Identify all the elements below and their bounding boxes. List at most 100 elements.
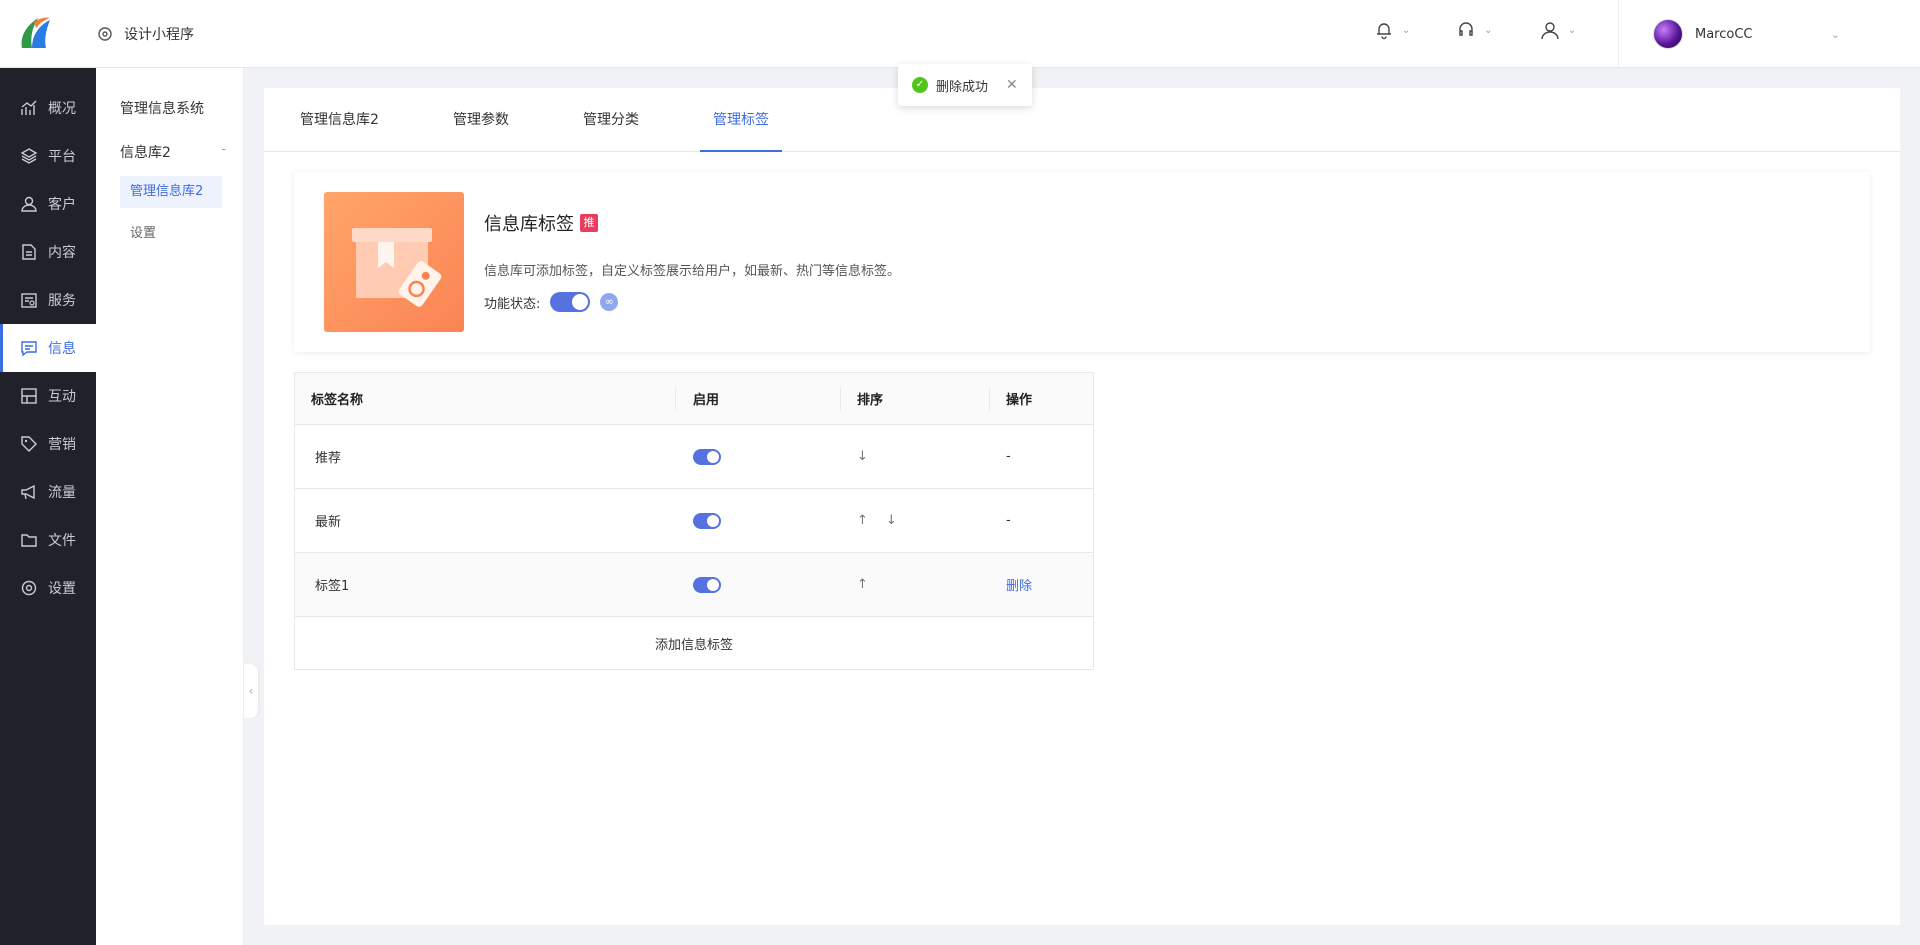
subnav-item-settings[interactable]: 设置: [120, 218, 222, 250]
success-toast: ✓ 删除成功 ✕: [898, 64, 1032, 106]
tag-icon: [21, 436, 37, 452]
tab-manage-tags[interactable]: 管理标签: [700, 88, 782, 152]
secondary-nav: 管理信息系统 信息库2 - 管理信息库2 设置: [96, 68, 244, 945]
feature-status-toggle[interactable]: [550, 292, 591, 312]
arrow-up-icon[interactable]: ↑: [857, 513, 868, 528]
chart-line-icon: [21, 100, 37, 115]
sidebar-item-service[interactable]: 服务: [0, 276, 96, 324]
tab-manage-params[interactable]: 管理参数: [453, 88, 509, 152]
arrow-up-icon[interactable]: ↑: [857, 577, 868, 592]
tag-enabled-toggle[interactable]: [693, 448, 721, 465]
column-header-sort: 排序: [857, 393, 884, 408]
layers-icon: [20, 148, 38, 164]
sidebar-item-label: 流量: [48, 485, 76, 501]
chevron-down-icon: ⌄: [1568, 24, 1577, 36]
tags-table: 标签名称 启用 排序 操作 推荐 ↓ - 最新 ↑ ↓ - 标签1 ↑ 删除 添…: [294, 372, 1094, 670]
sidebar-item-label: 设置: [48, 581, 76, 597]
sidebar-item-customer[interactable]: 客户: [0, 180, 96, 228]
feature-card: 信息库标签 推 信息库可添加标签，自定义标签展示给用户，如最新、热门等信息标签。…: [294, 172, 1870, 352]
collapse-indicator: -: [221, 142, 226, 156]
toast-message: 删除成功: [936, 79, 989, 95]
arrow-down-icon[interactable]: ↓: [857, 449, 868, 464]
sidebar-item-label: 互动: [48, 389, 76, 405]
subnav-item-manage-library[interactable]: 管理信息库2: [120, 176, 222, 208]
folder-icon: [21, 534, 37, 547]
feature-status-row: 功能状态: ∞: [484, 292, 619, 312]
user-name: MarcoCC: [1695, 26, 1753, 42]
chevron-down-icon: ⌄: [1830, 27, 1840, 41]
column-header-action: 操作: [1006, 393, 1033, 408]
tag-enabled-toggle[interactable]: [693, 576, 721, 593]
sidebar-item-content[interactable]: 内容: [0, 228, 96, 276]
sidebar-item-overview[interactable]: 概况: [0, 84, 96, 132]
sidebar-item-traffic[interactable]: 流量: [0, 468, 96, 516]
subnav-group[interactable]: 信息库2 -: [120, 142, 226, 162]
service-icon: [21, 293, 37, 308]
sidebar-item-marketing[interactable]: 营销: [0, 420, 96, 468]
sidebar-item-platform[interactable]: 平台: [0, 132, 96, 180]
tag-action: -: [1006, 449, 1011, 464]
support-button[interactable]: ⌄: [1456, 20, 1492, 40]
sidebar-item-label: 内容: [48, 245, 76, 261]
subnav-group-label: 信息库2: [120, 145, 171, 161]
sidebar-item-label: 平台: [48, 149, 76, 165]
table-row: 推荐 ↓ -: [295, 425, 1093, 489]
check-circle-icon: ✓: [912, 77, 928, 93]
main-sidebar: 概况 平台 客户 内容 服务 信息 互动 营销 流量 文件 设置: [0, 68, 96, 945]
tag-name: 推荐: [315, 451, 342, 466]
sidebar-item-settings[interactable]: 设置: [0, 564, 96, 612]
tag-action: -: [1006, 513, 1011, 528]
chevron-down-icon: ⌄: [1484, 24, 1493, 36]
tab-manage-library[interactable]: 管理信息库2: [300, 88, 379, 152]
feature-title-row: 信息库标签 推: [484, 210, 598, 236]
sidebar-item-interaction[interactable]: 互动: [0, 372, 96, 420]
tab-bar: 管理信息库2 管理参数 管理分类 管理标签: [264, 88, 1900, 152]
notification-button[interactable]: ⌄: [1374, 20, 1410, 40]
main-content: 管理信息库2 管理参数 管理分类 管理标签 信息库标签 推 信息库可添加标签，自…: [264, 88, 1900, 925]
sidebar-item-label: 概况: [48, 101, 76, 117]
arrow-down-icon[interactable]: ↓: [886, 513, 897, 528]
megaphone-icon: [21, 484, 35, 500]
tag-enabled-toggle[interactable]: [693, 512, 721, 529]
add-tag-button[interactable]: 添加信息标签: [295, 617, 1093, 669]
package-tag-icon: [352, 228, 442, 307]
user-icon: [21, 196, 37, 212]
top-header: 设计小程序 ⌄ ⌄ ⌄ MarcoCC ⌄: [0, 0, 1920, 68]
account-button[interactable]: ⌄: [1540, 20, 1576, 40]
table-header-row: 标签名称 启用 排序 操作: [295, 373, 1093, 425]
chevron-down-icon: ⌄: [1402, 24, 1411, 36]
sidebar-item-label: 信息: [48, 341, 76, 357]
feature-illustration: [324, 192, 464, 332]
tag-name: 最新: [315, 515, 342, 530]
sidebar-collapse-handle[interactable]: ‹: [244, 664, 258, 718]
app-logo[interactable]: [14, 14, 52, 52]
table-row: 标签1 ↑ 删除: [295, 553, 1093, 617]
feature-description: 信息库可添加标签，自定义标签展示给用户，如最新、热门等信息标签。: [484, 264, 901, 279]
settings-icon: [21, 580, 37, 596]
sidebar-item-label: 服务: [48, 293, 76, 309]
interaction-icon: [21, 388, 37, 404]
sidebar-item-info[interactable]: 信息: [0, 324, 96, 372]
app-name-label: 设计小程序: [124, 27, 194, 43]
avatar: [1653, 19, 1683, 49]
chevron-left-icon: ‹: [248, 684, 254, 698]
document-icon: [22, 244, 36, 260]
table-row: 最新 ↑ ↓ -: [295, 489, 1093, 553]
close-icon[interactable]: ✕: [1006, 77, 1018, 93]
delete-tag-link[interactable]: 删除: [1006, 575, 1032, 594]
message-icon: [21, 341, 37, 357]
user-icon: [1541, 22, 1559, 40]
user-menu[interactable]: MarcoCC ⌄: [1618, 0, 1920, 68]
sidebar-item-label: 文件: [48, 533, 76, 549]
tab-manage-categories[interactable]: 管理分类: [583, 88, 639, 152]
subnav-title: 管理信息系统: [120, 101, 204, 117]
sidebar-item-files[interactable]: 文件: [0, 516, 96, 564]
headset-icon: [1459, 22, 1473, 36]
column-header-enabled: 启用: [693, 393, 720, 408]
gear-icon: [98, 27, 112, 41]
feature-title: 信息库标签: [484, 214, 574, 235]
recommend-badge: 推: [580, 214, 598, 232]
feature-status-label: 功能状态:: [484, 296, 541, 312]
app-switcher[interactable]: 设计小程序: [96, 24, 194, 44]
link-icon[interactable]: ∞: [600, 293, 619, 311]
